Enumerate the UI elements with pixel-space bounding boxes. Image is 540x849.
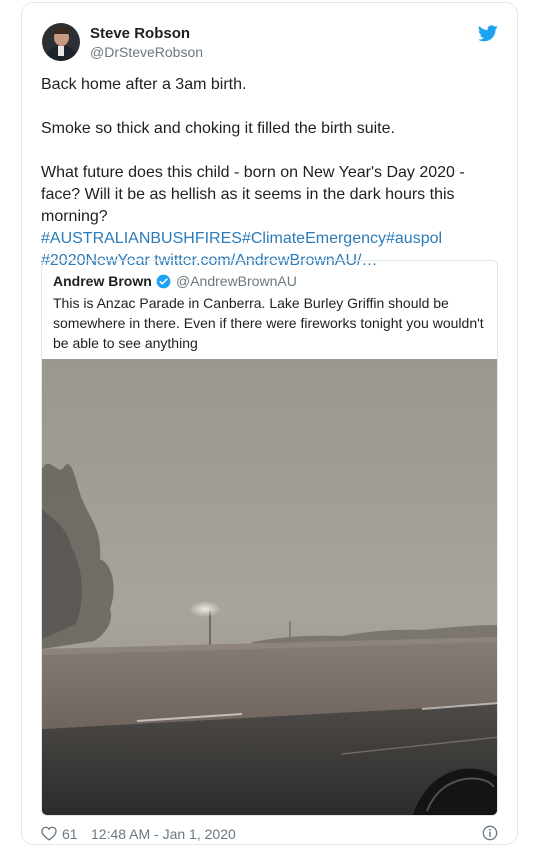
tweet-card: Steve Robson @DrSteveRobson Back home af…: [21, 2, 518, 845]
hashtag-australianbushfires[interactable]: #AUSTRALIANBUSHFIRES: [41, 230, 242, 247]
quoted-author-name[interactable]: Andrew Brown: [53, 273, 152, 289]
tweet-line-3: What future does this child - born on Ne…: [41, 162, 506, 272]
twitter-bird-icon[interactable]: [478, 25, 498, 42]
info-icon[interactable]: [482, 825, 498, 841]
quoted-tweet[interactable]: Andrew Brown @AndrewBrownAU This is Anza…: [41, 260, 498, 816]
tweet-footer: 61 12:48 AM - Jan 1, 2020: [41, 825, 501, 845]
heart-icon[interactable]: [41, 826, 57, 841]
tweet-timestamp[interactable]: 12:48 AM - Jan 1, 2020: [91, 826, 236, 842]
verified-badge-icon: [156, 274, 171, 289]
hashtag-auspol[interactable]: #auspol: [386, 230, 442, 247]
tweet-text: Back home after a 3am birth. Smoke so th…: [41, 74, 506, 272]
author-handle[interactable]: @DrSteveRobson: [90, 44, 203, 60]
author-name[interactable]: Steve Robson: [90, 25, 190, 42]
avatar[interactable]: [42, 23, 80, 61]
tweet-line-3-text: What future does this child - born on Ne…: [41, 164, 465, 225]
quoted-tweet-text: This is Anzac Parade in Canberra. Lake B…: [53, 295, 484, 351]
quoted-author-handle[interactable]: @AndrewBrownAU: [176, 273, 297, 289]
hashtag-climateemergency[interactable]: #ClimateEmergency: [242, 230, 386, 247]
tweet-line-2: Smoke so thick and choking it filled the…: [41, 120, 395, 137]
tweet-line-1: Back home after a 3am birth.: [41, 76, 247, 93]
smoky-road-photo[interactable]: [42, 359, 498, 816]
like-count[interactable]: 61: [62, 826, 78, 842]
